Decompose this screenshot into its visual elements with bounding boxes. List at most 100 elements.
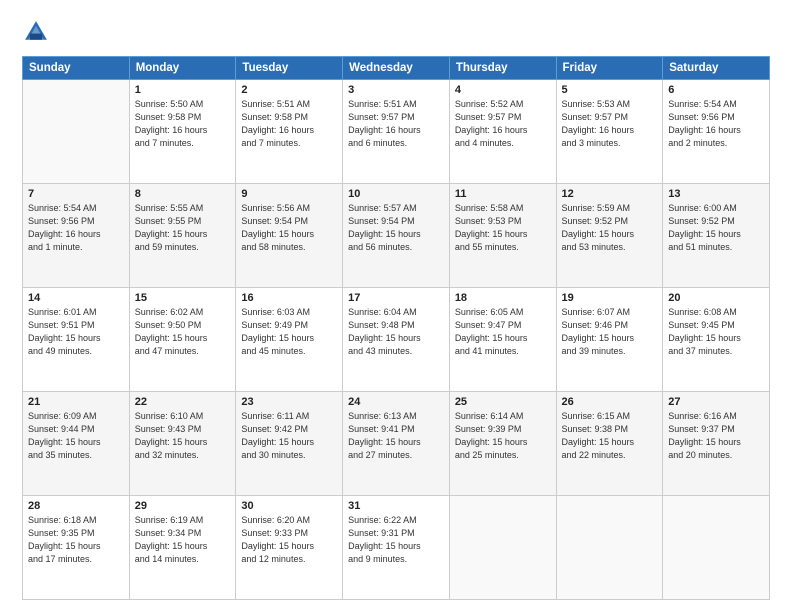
day-number: 11 bbox=[455, 188, 551, 200]
calendar-cell: 17Sunrise: 6:04 AMSunset: 9:48 PMDayligh… bbox=[343, 288, 450, 392]
day-number: 3 bbox=[348, 84, 444, 96]
calendar-cell: 20 Sunrise: 6:08 AMSunset: 9:45 PMDayligh… bbox=[663, 288, 770, 392]
day-info: Sunrise: 6:18 AMSunset: 9:35 PMDaylight:… bbox=[28, 514, 124, 566]
day-number: 25 bbox=[455, 396, 551, 408]
day-number: 29 bbox=[135, 500, 231, 512]
day-number: 19 bbox=[562, 292, 658, 304]
day-info: Sunrise: 5:56 AMSunset: 9:54 PMDaylight:… bbox=[241, 202, 337, 254]
day-info: Sunrise: 6:15 AMSunset: 9:38 PMDaylight:… bbox=[562, 410, 658, 462]
day-info: Sunrise: 6:03 AMSunset: 9:49 PMDaylight:… bbox=[241, 306, 337, 358]
day-info: Sunrise: 5:52 AMSunset: 9:57 PMDaylight:… bbox=[455, 98, 551, 150]
calendar-cell: 11 Sunrise: 5:58 AMSunset: 9:53 PMDayligh… bbox=[449, 184, 556, 288]
logo bbox=[22, 18, 54, 46]
calendar-cell: 31 Sunrise: 6:22 AMSunset: 9:31 PMDayligh… bbox=[343, 496, 450, 600]
day-info: Sunrise: 6:07 AMSunset: 9:46 PMDaylight:… bbox=[562, 306, 658, 358]
calendar-cell bbox=[556, 496, 663, 600]
day-info: Sunrise: 6:22 AMSunset: 9:31 PMDaylight:… bbox=[348, 514, 444, 566]
calendar-cell: 9Sunrise: 5:56 AMSunset: 9:54 PMDaylight… bbox=[236, 184, 343, 288]
day-info: Sunrise: 6:20 AMSunset: 9:33 PMDaylight:… bbox=[241, 514, 337, 566]
day-number: 13 bbox=[668, 188, 764, 200]
day-info: Sunrise: 6:19 AMSunset: 9:34 PMDaylight:… bbox=[135, 514, 231, 566]
calendar-cell: 18 Sunrise: 6:05 AMSunset: 9:47 PMDayligh… bbox=[449, 288, 556, 392]
calendar-header: SundayMondayTuesdayWednesdayThursdayFrid… bbox=[23, 57, 770, 80]
weekday-header: Sunday bbox=[23, 57, 130, 80]
day-number: 24 bbox=[348, 396, 444, 408]
calendar-cell: 30 Sunrise: 6:20 AMSunset: 9:33 PMDayligh… bbox=[236, 496, 343, 600]
calendar-cell: 29 Sunrise: 6:19 AMSunset: 9:34 PMDayligh… bbox=[129, 496, 236, 600]
day-info: Sunrise: 5:59 AMSunset: 9:52 PMDaylight:… bbox=[562, 202, 658, 254]
day-info: Sunrise: 5:51 AMSunset: 9:57 PMDaylight:… bbox=[348, 98, 444, 150]
calendar-cell: 3 Sunrise: 5:51 AMSunset: 9:57 PMDaylight… bbox=[343, 80, 450, 184]
calendar-cell: 16Sunrise: 6:03 AMSunset: 9:49 PMDayligh… bbox=[236, 288, 343, 392]
page: SundayMondayTuesdayWednesdayThursdayFrid… bbox=[0, 0, 792, 612]
day-number: 14 bbox=[28, 292, 124, 304]
day-number: 4 bbox=[455, 84, 551, 96]
day-number: 28 bbox=[28, 500, 124, 512]
calendar-cell: 25 Sunrise: 6:14 AMSunset: 9:39 PMDayligh… bbox=[449, 392, 556, 496]
calendar-cell: 7Sunrise: 5:54 AMSunset: 9:56 PMDaylight… bbox=[23, 184, 130, 288]
calendar-body: 1 Sunrise: 5:50 AMSunset: 9:58 PMDaylight… bbox=[23, 80, 770, 600]
day-info: Sunrise: 5:55 AMSunset: 9:55 PMDaylight:… bbox=[135, 202, 231, 254]
day-number: 5 bbox=[562, 84, 658, 96]
day-number: 17 bbox=[348, 292, 444, 304]
day-info: Sunrise: 6:13 AMSunset: 9:41 PMDaylight:… bbox=[348, 410, 444, 462]
header bbox=[22, 18, 770, 46]
weekday-header: Thursday bbox=[449, 57, 556, 80]
weekday-header: Monday bbox=[129, 57, 236, 80]
day-number: 20 bbox=[668, 292, 764, 304]
day-info: Sunrise: 5:53 AMSunset: 9:57 PMDaylight:… bbox=[562, 98, 658, 150]
weekday-header: Friday bbox=[556, 57, 663, 80]
day-number: 26 bbox=[562, 396, 658, 408]
calendar-cell: 27 Sunrise: 6:16 AMSunset: 9:37 PMDayligh… bbox=[663, 392, 770, 496]
day-number: 8 bbox=[135, 188, 231, 200]
day-number: 12 bbox=[562, 188, 658, 200]
day-info: Sunrise: 5:54 AMSunset: 9:56 PMDaylight:… bbox=[28, 202, 124, 254]
day-info: Sunrise: 6:08 AMSunset: 9:45 PMDaylight:… bbox=[668, 306, 764, 358]
calendar-cell: 5 Sunrise: 5:53 AMSunset: 9:57 PMDaylight… bbox=[556, 80, 663, 184]
calendar-week-row: 14Sunrise: 6:01 AMSunset: 9:51 PMDayligh… bbox=[23, 288, 770, 392]
day-info: Sunrise: 6:09 AMSunset: 9:44 PMDaylight:… bbox=[28, 410, 124, 462]
calendar-cell: 15Sunrise: 6:02 AMSunset: 9:50 PMDayligh… bbox=[129, 288, 236, 392]
calendar-cell: 22 Sunrise: 6:10 AMSunset: 9:43 PMDayligh… bbox=[129, 392, 236, 496]
day-info: Sunrise: 6:14 AMSunset: 9:39 PMDaylight:… bbox=[455, 410, 551, 462]
day-number: 18 bbox=[455, 292, 551, 304]
calendar-cell: 4 Sunrise: 5:52 AMSunset: 9:57 PMDaylight… bbox=[449, 80, 556, 184]
day-info: Sunrise: 6:11 AMSunset: 9:42 PMDaylight:… bbox=[241, 410, 337, 462]
day-info: Sunrise: 5:57 AMSunset: 9:54 PMDaylight:… bbox=[348, 202, 444, 254]
day-info: Sunrise: 6:00 AMSunset: 9:52 PMDaylight:… bbox=[668, 202, 764, 254]
calendar-week-row: 7Sunrise: 5:54 AMSunset: 9:56 PMDaylight… bbox=[23, 184, 770, 288]
calendar-cell bbox=[449, 496, 556, 600]
day-number: 2 bbox=[241, 84, 337, 96]
calendar-cell: 14Sunrise: 6:01 AMSunset: 9:51 PMDayligh… bbox=[23, 288, 130, 392]
day-info: Sunrise: 6:10 AMSunset: 9:43 PMDaylight:… bbox=[135, 410, 231, 462]
day-number: 31 bbox=[348, 500, 444, 512]
day-info: Sunrise: 5:58 AMSunset: 9:53 PMDaylight:… bbox=[455, 202, 551, 254]
day-number: 27 bbox=[668, 396, 764, 408]
day-number: 1 bbox=[135, 84, 231, 96]
calendar-week-row: 28 Sunrise: 6:18 AMSunset: 9:35 PMDayligh… bbox=[23, 496, 770, 600]
day-number: 22 bbox=[135, 396, 231, 408]
calendar-cell: 10Sunrise: 5:57 AMSunset: 9:54 PMDayligh… bbox=[343, 184, 450, 288]
day-info: Sunrise: 6:05 AMSunset: 9:47 PMDaylight:… bbox=[455, 306, 551, 358]
calendar-cell: 13 Sunrise: 6:00 AMSunset: 9:52 PMDayligh… bbox=[663, 184, 770, 288]
day-info: Sunrise: 5:50 AMSunset: 9:58 PMDaylight:… bbox=[135, 98, 231, 150]
day-info: Sunrise: 5:54 AMSunset: 9:56 PMDaylight:… bbox=[668, 98, 764, 150]
day-number: 30 bbox=[241, 500, 337, 512]
calendar-cell bbox=[23, 80, 130, 184]
day-info: Sunrise: 5:51 AMSunset: 9:58 PMDaylight:… bbox=[241, 98, 337, 150]
calendar-cell: 21Sunrise: 6:09 AMSunset: 9:44 PMDayligh… bbox=[23, 392, 130, 496]
calendar-cell: 8 Sunrise: 5:55 AMSunset: 9:55 PMDaylight… bbox=[129, 184, 236, 288]
calendar-cell: 2 Sunrise: 5:51 AMSunset: 9:58 PMDaylight… bbox=[236, 80, 343, 184]
calendar-cell: 26 Sunrise: 6:15 AMSunset: 9:38 PMDayligh… bbox=[556, 392, 663, 496]
calendar-table: SundayMondayTuesdayWednesdayThursdayFrid… bbox=[22, 56, 770, 600]
calendar-cell: 24 Sunrise: 6:13 AMSunset: 9:41 PMDayligh… bbox=[343, 392, 450, 496]
day-number: 6 bbox=[668, 84, 764, 96]
day-info: Sunrise: 6:16 AMSunset: 9:37 PMDaylight:… bbox=[668, 410, 764, 462]
weekday-header: Tuesday bbox=[236, 57, 343, 80]
day-number: 23 bbox=[241, 396, 337, 408]
calendar-cell: 6 Sunrise: 5:54 AMSunset: 9:56 PMDaylight… bbox=[663, 80, 770, 184]
day-number: 15 bbox=[135, 292, 231, 304]
weekday-header: Saturday bbox=[663, 57, 770, 80]
logo-icon bbox=[22, 18, 50, 46]
calendar-cell: 28 Sunrise: 6:18 AMSunset: 9:35 PMDayligh… bbox=[23, 496, 130, 600]
